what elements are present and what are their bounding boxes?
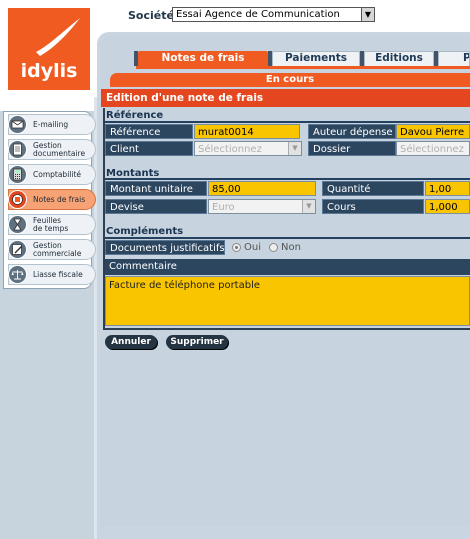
tab-editions[interactable]: Editions [364, 51, 434, 66]
oui-radio-label: Oui [244, 242, 261, 253]
section-divider [105, 178, 470, 180]
sidebar-item-emailing[interactable]: E-mailing [8, 114, 96, 135]
sidebar-item-feuilles-de-temps[interactable]: Feuilles de temps [8, 214, 96, 235]
sidebar-item-label: Liasse fiscale [33, 269, 83, 279]
sidebar-top-gap [0, 97, 97, 111]
oui-radio[interactable] [232, 243, 241, 252]
tab-p[interactable]: P [438, 51, 470, 66]
chevron-down-icon[interactable]: ▼ [361, 8, 374, 21]
section-divider [105, 237, 470, 239]
client-select[interactable]: Sélectionnez ▼ [194, 141, 302, 156]
non-radio-label: Non [281, 242, 301, 253]
section-divider [105, 121, 470, 123]
justificatifs-label: Documents justificatifs [105, 240, 225, 255]
reference-label: Référence [105, 124, 193, 139]
sidebar-item-notes-de-frais[interactable]: Notes de frais [8, 189, 96, 210]
devise-select[interactable]: Euro ▼ [208, 199, 316, 214]
devise-label: Devise [105, 199, 207, 214]
sidebar-item-comptabilite[interactable]: Comptabilité [8, 164, 96, 185]
sidebar-item-gestion-documentaire[interactable]: Gestion documentaire [8, 139, 96, 160]
societe-select[interactable]: Essai Agence de Communication ▼ [172, 7, 375, 22]
devise-select-value: Euro [212, 202, 235, 213]
auteur-label: Auteur dépense [308, 124, 396, 139]
envelope-icon [8, 115, 27, 134]
dossier-label: Dossier [308, 141, 396, 156]
societe-select-value: Essai Agence de Communication [176, 9, 340, 20]
section-title-complements: Compléments [106, 226, 184, 237]
pen-icon [8, 240, 27, 259]
non-radio[interactable] [269, 243, 278, 252]
tab-notes-de-frais[interactable]: Notes de frais [138, 51, 268, 66]
sidebar-nav: E-mailing Gestion documentaire Comptabil… [3, 111, 96, 289]
annuler-button[interactable]: Annuler [105, 335, 157, 349]
cours-field[interactable]: 1,000 [425, 199, 470, 214]
document-icon [8, 140, 27, 159]
montant-unitaire-label: Montant unitaire [105, 181, 207, 196]
client-select-value: Sélectionnez [198, 144, 262, 155]
sidebar-item-label: Feuilles de temps [33, 215, 69, 233]
chevron-down-icon[interactable]: ▼ [302, 200, 315, 213]
quantite-field[interactable]: 1,00 [425, 181, 470, 196]
chevron-down-icon[interactable]: ▼ [288, 142, 301, 155]
dossier-select[interactable]: Sélectionnez [396, 141, 470, 156]
sidebar-item-label: Comptabilité [33, 169, 81, 179]
commentaire-label: Commentaire [105, 259, 470, 275]
montant-unitaire-field[interactable]: 85,00 [208, 181, 316, 196]
sidebar-item-gestion-commerciale[interactable]: Gestion commerciale [8, 239, 96, 260]
page-title: Edition d'une note de frais [101, 89, 470, 107]
sidebar-item-liasse-fiscale[interactable]: Liasse fiscale [8, 264, 96, 285]
supprimer-button[interactable]: Supprimer [166, 335, 228, 349]
client-label: Client [105, 141, 193, 156]
calculator-icon [8, 165, 27, 184]
sidebar-item-label: E-mailing [33, 119, 69, 129]
tab-paiements[interactable]: Paiements [272, 51, 360, 66]
subtab-en-cours[interactable]: En cours [110, 73, 470, 87]
commentaire-textarea[interactable]: Facture de téléphone portable [105, 276, 470, 326]
idylis-logo[interactable]: idylis [8, 8, 90, 90]
sidebar-item-label: Gestion documentaire [33, 140, 86, 158]
receipt-icon [8, 190, 27, 209]
section-title-reference: Référence [106, 110, 164, 121]
sidebar-item-label: Gestion commerciale [33, 240, 82, 258]
auteur-field[interactable]: Davou Pierre [396, 124, 470, 139]
hourglass-icon [8, 215, 27, 234]
sidebar-item-label: Notes de frais [33, 194, 86, 204]
quantite-label: Quantité [322, 181, 424, 196]
tab-underline [136, 66, 470, 69]
logo-text: idylis [20, 60, 78, 82]
reference-field[interactable]: murat0014 [194, 124, 300, 139]
scales-icon [8, 265, 27, 284]
cours-label: Cours [322, 199, 424, 214]
